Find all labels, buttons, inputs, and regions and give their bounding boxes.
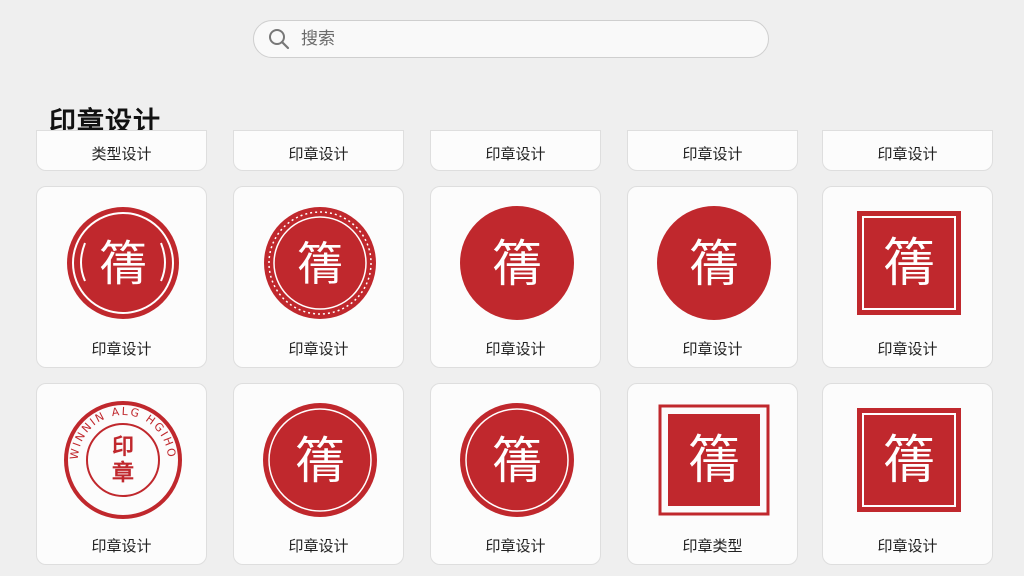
seal-glyph: 篟 (492, 235, 542, 293)
round-seal-image: 篟 (460, 403, 574, 517)
square-seal-image: 篟 (857, 211, 961, 315)
seal-card[interactable]: WINNIN ALG HGIHO 印 章 印章设计 (36, 383, 207, 565)
round-seal-image: 篟 (263, 403, 377, 517)
seal-card[interactable]: 篟 印章设计 (627, 186, 798, 368)
round-seal-image: 篟 (657, 206, 771, 320)
card-label: 印章设计 (682, 340, 743, 358)
card-label: 印章设计 (288, 537, 349, 555)
search-icon (269, 29, 290, 50)
seal-glyph: 篟 (99, 236, 147, 292)
seal-card[interactable]: 篟 印章设计 (233, 186, 404, 368)
svg-text:印: 印 (112, 435, 134, 460)
card-label: 印章设计 (485, 145, 546, 163)
seal-card[interactable]: 印章设计 (430, 130, 601, 171)
seal-glyph: 篟 (883, 431, 935, 491)
seal-card[interactable]: 篟 印章设计 (430, 383, 601, 565)
card-label: 印章设计 (485, 537, 546, 555)
svg-text:章: 章 (112, 460, 134, 486)
seal-card[interactable]: 篟 印章设计 (233, 383, 404, 565)
square-seal-image: 篟 (658, 404, 770, 516)
seal-card[interactable]: 篟 印章设计 (430, 186, 601, 368)
seal-glyph: 篟 (295, 432, 345, 490)
search-input[interactable] (301, 29, 721, 49)
card-label: 印章设计 (877, 537, 938, 555)
round-seal-wreath-image: 篟 (67, 207, 179, 319)
card-label: 印章设计 (91, 340, 152, 358)
card-label: 类型设计 (91, 145, 152, 163)
seal-card[interactable]: 类型设计 (36, 130, 207, 171)
card-label: 印章设计 (877, 340, 938, 358)
seal-card[interactable]: 印章设计 (627, 130, 798, 171)
seal-glyph: 篟 (297, 237, 343, 291)
card-label: 印章设计 (877, 145, 938, 163)
seal-card[interactable]: 篟 印章类型 (627, 383, 798, 565)
round-seal-image: 篟 (460, 206, 574, 320)
seal-card[interactable]: 印章设计 (233, 130, 404, 171)
round-seal-text-ring-image: WINNIN ALG HGIHO 印 章 (64, 401, 182, 519)
round-seal-dotted-image: 篟 (264, 207, 376, 319)
seal-glyph: 篟 (688, 431, 740, 491)
seal-glyph: 篟 (492, 432, 542, 490)
card-label: 印章类型 (682, 537, 743, 555)
seal-glyph: 篟 (883, 234, 935, 294)
seal-card[interactable]: 篟 印章设计 (822, 383, 993, 565)
card-label: 印章设计 (485, 340, 546, 358)
square-seal-image: 篟 (857, 408, 961, 512)
card-label: 印章设计 (288, 340, 349, 358)
seal-glyph: 篟 (689, 235, 739, 293)
seal-card[interactable]: 篟 印章设计 (822, 186, 993, 368)
seal-card[interactable]: 篟 印章设计 (36, 186, 207, 368)
card-label: 印章设计 (682, 145, 743, 163)
search-bar[interactable] (253, 20, 769, 58)
card-label: 印章设计 (91, 537, 152, 555)
card-label: 印章设计 (288, 145, 349, 163)
seal-card[interactable]: 印章设计 (822, 130, 993, 171)
